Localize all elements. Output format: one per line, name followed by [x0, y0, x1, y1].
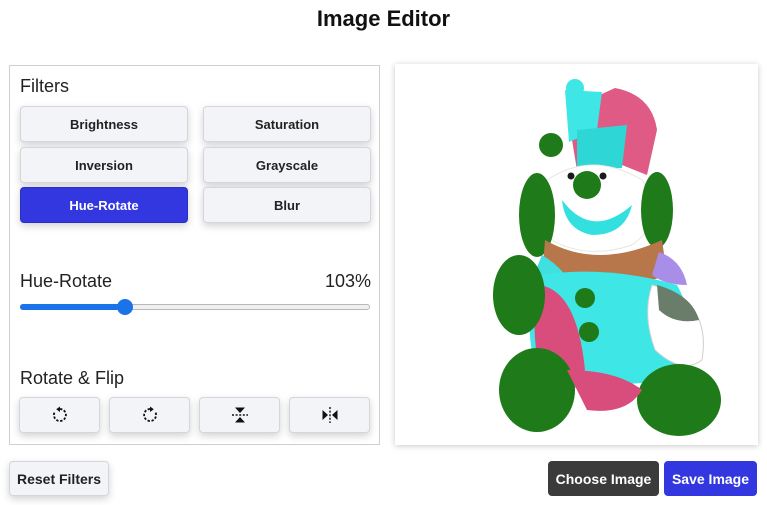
rotate-left-button[interactable]: [19, 397, 100, 433]
filter-grayscale-button[interactable]: Grayscale: [203, 147, 371, 183]
app-title: Image Editor: [316, 6, 451, 31]
image-preview: [395, 64, 758, 445]
flip-horizontal-button[interactable]: [289, 397, 370, 433]
flip-vertical-button[interactable]: [199, 397, 280, 433]
clown-plush-toy-image: [492, 78, 721, 436]
filter-slider-thumb[interactable]: [117, 299, 133, 315]
filters-label: Filters: [20, 76, 69, 96]
save-image-button[interactable]: Save Image: [664, 461, 757, 496]
rotate-left-icon: [52, 406, 67, 422]
editor-panel: Filters Brightness Saturation Inversion …: [9, 65, 380, 445]
flip-vertical-icon: [231, 407, 248, 423]
filter-blur-button[interactable]: Blur: [203, 187, 371, 223]
slider-info: Hue-Rotate 103%: [20, 271, 371, 292]
filter-brightness-button[interactable]: Brightness: [20, 106, 188, 142]
choose-image-button[interactable]: Choose Image: [548, 461, 659, 496]
filter-hue-rotate-button[interactable]: Hue-Rotate: [20, 187, 188, 223]
flip-horizontal-icon: [322, 407, 337, 423]
slider-name: Hue-Rotate: [20, 271, 113, 291]
reset-filters-button[interactable]: Reset Filters: [9, 461, 109, 496]
slider-value: 103%: [324, 271, 371, 291]
rotate-right-button[interactable]: [109, 397, 190, 433]
rotate-right-icon: [142, 406, 157, 422]
filter-inversion-button[interactable]: Inversion: [20, 147, 188, 183]
filter-slider-fill: [20, 304, 125, 310]
rotate-flip-label: Rotate & Flip: [20, 368, 125, 388]
filter-saturation-button[interactable]: Saturation: [203, 106, 371, 142]
